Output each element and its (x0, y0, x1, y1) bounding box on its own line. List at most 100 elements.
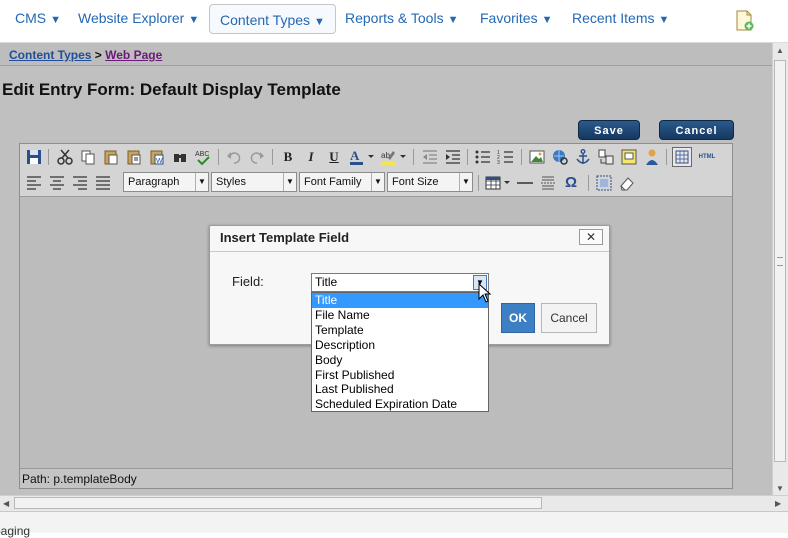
field-option-body[interactable]: Body (312, 353, 488, 368)
dialog-cancel-button[interactable]: Cancel (541, 303, 597, 333)
close-icon[interactable]: ✕ (579, 229, 603, 245)
align-right-icon[interactable] (71, 174, 89, 192)
scroll-left-arrow-icon[interactable]: ◀ (3, 499, 9, 508)
select-all-icon[interactable] (595, 174, 613, 192)
paste-word-icon[interactable]: W (148, 148, 166, 166)
nav-label: Website Explorer (78, 10, 185, 26)
nav-favorites[interactable]: Favorites ▼ (480, 10, 552, 26)
caret-down-icon: ▼ (658, 14, 670, 26)
font-size-select[interactable]: Font Size ▼ (387, 172, 473, 192)
cut-icon[interactable] (56, 148, 74, 166)
insert-image-icon[interactable] (528, 148, 546, 166)
field-option-title[interactable]: Title (312, 293, 488, 308)
indent-icon[interactable] (444, 148, 462, 166)
bullet-list-icon[interactable] (474, 148, 492, 166)
field-option-description[interactable]: Description (312, 338, 488, 353)
italic-icon[interactable]: I (302, 148, 320, 166)
editor-path-bar: Path: p.templateBody (20, 468, 732, 488)
undo-icon[interactable] (225, 148, 243, 166)
highlight-color-icon[interactable]: ab (380, 148, 408, 166)
field-label: Field: (232, 274, 264, 289)
remove-format-icon[interactable] (618, 174, 636, 192)
bold-icon[interactable]: B (279, 148, 297, 166)
scroll-right-arrow-icon[interactable]: ▶ (775, 499, 781, 508)
numbered-list-icon[interactable]: 123 (497, 148, 515, 166)
nav-recent-items[interactable]: Recent Items ▼ (572, 10, 669, 26)
save-button[interactable]: Save (578, 120, 640, 140)
nav-reports-tools[interactable]: Reports & Tools ▼ (345, 10, 458, 26)
status-strip: paging (0, 511, 788, 538)
anchor-icon[interactable] (574, 148, 592, 166)
select-value: Paragraph (128, 176, 180, 188)
align-left-icon[interactable] (25, 174, 43, 192)
nav-label: Favorites (480, 10, 538, 26)
field-option-template[interactable]: Template (312, 323, 488, 338)
toolbar-divider (48, 149, 49, 165)
toolbar-divider (467, 149, 468, 165)
html-source-icon[interactable]: HTML (695, 148, 719, 166)
status-text: paging (0, 524, 31, 538)
dropdown-arrow-icon: ▼ (283, 173, 296, 191)
styles-select[interactable]: Styles ▼ (211, 172, 297, 192)
font-color-icon[interactable]: A (348, 148, 376, 166)
breadcrumb-separator: > (91, 48, 106, 62)
breadcrumb-web-page-link[interactable]: Web Page (105, 48, 162, 62)
svg-text:W: W (156, 158, 163, 165)
cancel-button[interactable]: Cancel (659, 120, 734, 140)
underline-icon[interactable]: U (325, 148, 343, 166)
select-value: Font Size (392, 176, 439, 188)
save-icon[interactable] (25, 148, 43, 166)
grip-icon (777, 257, 783, 266)
caret-down-icon: ▼ (447, 14, 459, 26)
table-icon[interactable] (484, 174, 512, 192)
field-option-file-name[interactable]: File Name (312, 308, 488, 323)
scroll-down-arrow-icon[interactable]: ▼ (776, 484, 784, 493)
toolbar-divider (588, 175, 589, 191)
dropdown-arrow-icon: ▼ (459, 173, 472, 191)
nav-content-types[interactable]: Content Types ▼ (209, 4, 336, 34)
caret-down-icon: ▼ (50, 14, 62, 26)
field-option-last-published[interactable]: Last Published (312, 382, 488, 397)
copy-icon[interactable] (79, 148, 97, 166)
field-option-scheduled-expiration-date[interactable]: Scheduled Expiration Date (312, 397, 488, 412)
svg-text:3: 3 (497, 160, 500, 166)
redo-icon[interactable] (248, 148, 266, 166)
align-center-icon[interactable] (48, 174, 66, 192)
paste-text-icon[interactable] (125, 148, 143, 166)
breadcrumb: Content Types > Web Page (0, 43, 772, 66)
add-page-icon[interactable] (736, 10, 754, 32)
find-icon[interactable] (171, 148, 189, 166)
special-character-icon[interactable]: Ω (562, 174, 580, 192)
caret-down-icon: ▼ (188, 14, 200, 26)
horizontal-rule-icon[interactable] (516, 174, 534, 192)
page-break-icon[interactable] (539, 174, 557, 192)
toolbar-divider (478, 175, 479, 191)
dropdown-arrow-icon: ▼ (195, 173, 208, 191)
show-blocks-icon[interactable] (672, 147, 692, 167)
breadcrumb-content-types-link[interactable]: Content Types (9, 48, 91, 62)
field-option-first-published[interactable]: First Published (312, 368, 488, 383)
toolbar-divider (218, 149, 219, 165)
nav-label: Reports & Tools (345, 10, 444, 26)
font-family-select[interactable]: Font Family ▼ (299, 172, 385, 192)
nav-website-explorer[interactable]: Website Explorer ▼ (78, 10, 199, 26)
nav-cms[interactable]: CMS ▼ (15, 10, 61, 26)
mouse-cursor-icon (478, 283, 492, 303)
insert-snippet-icon[interactable] (620, 148, 638, 166)
field-select[interactable]: Title (311, 273, 489, 292)
ok-button[interactable]: OK (501, 303, 535, 333)
nav-label: CMS (15, 10, 47, 26)
svg-text:ABC: ABC (195, 151, 209, 158)
nav-label: Content Types (220, 12, 311, 28)
spellcheck-icon[interactable]: ABC (194, 148, 212, 166)
outdent-icon[interactable] (421, 148, 439, 166)
toolbar-divider (272, 149, 273, 165)
insert-template-field-icon[interactable] (597, 148, 615, 166)
scroll-up-arrow-icon[interactable]: ▲ (776, 46, 784, 55)
insert-link-icon[interactable] (551, 148, 569, 166)
horizontal-scrollbar-thumb[interactable] (14, 497, 542, 509)
paste-icon[interactable] (102, 148, 120, 166)
align-justify-icon[interactable] (94, 174, 112, 192)
user-icon[interactable] (643, 148, 661, 166)
paragraph-format-select[interactable]: Paragraph ▼ (123, 172, 209, 192)
